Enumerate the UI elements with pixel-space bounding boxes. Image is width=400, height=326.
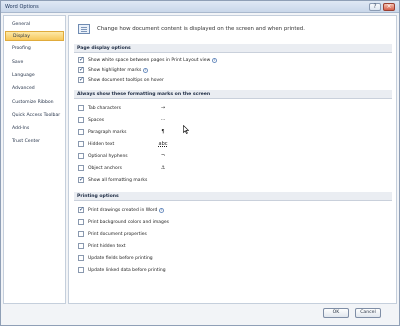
checkbox[interactable]: [78, 105, 84, 111]
anchor-icon: ⚓: [160, 165, 166, 171]
checkbox[interactable]: [78, 176, 84, 183]
checkbox[interactable]: [78, 129, 84, 135]
help-button[interactable]: ?: [369, 3, 381, 11]
word-options-dialog: Word Options ? × General Display Proofin…: [0, 0, 400, 326]
option-hidden-text[interactable]: Hidden text abc: [78, 140, 168, 148]
info-icon: i: [212, 57, 218, 63]
option-print-hidden-text[interactable]: Print hidden text: [78, 242, 126, 250]
option-spaces[interactable]: Spaces ···: [78, 116, 165, 124]
checkbox[interactable]: [78, 267, 84, 273]
checkbox[interactable]: [78, 231, 84, 237]
checkbox[interactable]: [78, 76, 84, 83]
checkbox[interactable]: [78, 219, 84, 225]
option-print-document-properties[interactable]: Print document properties: [78, 230, 147, 238]
space-mark-icon: ···: [160, 117, 166, 123]
checkbox[interactable]: [78, 66, 84, 73]
option-label: Print document properties: [88, 231, 147, 237]
option-show-document-tooltips[interactable]: Show document tooltips on hover: [78, 76, 164, 84]
option-label: Paragraph marks: [88, 129, 127, 135]
option-label: Print background colors and images: [88, 219, 169, 225]
option-object-anchors[interactable]: Object anchors ⚓: [78, 164, 165, 172]
sidebar-item-quick-access-toolbar[interactable]: Quick Access Toolbar: [5, 111, 64, 121]
ok-button[interactable]: OK: [323, 308, 349, 318]
section-page-display-options: Page display options: [74, 44, 392, 53]
checkbox[interactable]: [78, 153, 84, 159]
sidebar-item-advanced[interactable]: Advanced: [5, 84, 64, 94]
optional-hyphen-mark-icon: ¬: [160, 153, 166, 159]
section-printing-options: Printing options: [74, 192, 392, 201]
option-label: Show all formatting marks: [88, 177, 148, 183]
options-sidebar: General Display Proofing Save Language A…: [3, 15, 66, 304]
hidden-text-mark-icon: abc: [158, 141, 168, 147]
sidebar-item-customize-ribbon[interactable]: Customize Ribbon: [5, 98, 64, 108]
checkbox[interactable]: [78, 165, 84, 171]
option-label: Tab characters: [88, 105, 121, 111]
option-show-highlighter-marks[interactable]: Show highlighter marks i: [78, 66, 149, 74]
sidebar-item-proofing[interactable]: Proofing: [5, 44, 64, 54]
option-label: Update fields before printing: [88, 255, 153, 261]
sidebar-item-trust-center[interactable]: Trust Center: [5, 137, 64, 147]
option-label: Spaces: [88, 117, 105, 123]
option-label: Show document tooltips on hover: [88, 77, 164, 83]
option-update-linked-data[interactable]: Update linked data before printing: [78, 266, 166, 274]
option-label: Show white space between pages in Print …: [88, 57, 211, 63]
window-title: Word Options: [5, 4, 39, 10]
paragraph-mark-icon: ¶: [161, 129, 165, 135]
display-options-panel: Change how document content is displayed…: [68, 15, 397, 304]
option-label: Print hidden text: [88, 243, 126, 249]
checkbox[interactable]: [78, 141, 84, 147]
checkbox[interactable]: [78, 255, 84, 261]
section-formatting-marks: Always show these formatting marks on th…: [74, 90, 392, 99]
option-update-fields[interactable]: Update fields before printing: [78, 254, 153, 262]
sidebar-item-display[interactable]: Display: [5, 31, 64, 41]
checkbox[interactable]: [78, 206, 84, 213]
option-label: Show highlighter marks: [88, 67, 142, 73]
page-description: Change how document content is displayed…: [97, 26, 305, 32]
sidebar-item-language[interactable]: Language: [5, 71, 64, 81]
checkbox[interactable]: [78, 117, 84, 123]
option-print-background[interactable]: Print background colors and images: [78, 218, 169, 226]
option-tab-characters[interactable]: Tab characters →: [78, 104, 165, 112]
option-label: Hidden text: [88, 141, 115, 147]
sidebar-item-add-ins[interactable]: Add-Ins: [5, 124, 64, 134]
sidebar-item-general[interactable]: General: [5, 20, 64, 30]
option-show-white-space[interactable]: Show white space between pages in Print …: [78, 56, 218, 64]
option-label: Optional hyphens: [88, 153, 128, 159]
option-label: Print drawings created in Word: [88, 207, 158, 213]
checkbox[interactable]: [78, 243, 84, 249]
sidebar-item-save[interactable]: Save: [5, 58, 64, 68]
info-icon: i: [159, 207, 165, 213]
option-label: Update linked data before printing: [88, 267, 166, 273]
tab-mark-icon: →: [160, 105, 166, 111]
option-paragraph-marks[interactable]: Paragraph marks ¶: [78, 128, 165, 136]
checkbox[interactable]: [78, 56, 84, 63]
title-bar: Word Options ? ×: [1, 1, 399, 13]
option-label: Object anchors: [88, 165, 122, 171]
mouse-pointer-icon: [183, 125, 189, 134]
cancel-button[interactable]: Cancel: [355, 308, 381, 318]
info-icon: i: [143, 67, 149, 73]
option-print-drawings[interactable]: Print drawings created in Word i: [78, 206, 165, 214]
display-monitor-icon: [78, 24, 90, 34]
option-show-all-formatting-marks[interactable]: Show all formatting marks: [78, 176, 147, 184]
option-optional-hyphens[interactable]: Optional hyphens ¬: [78, 152, 165, 160]
close-button[interactable]: ×: [383, 3, 395, 11]
